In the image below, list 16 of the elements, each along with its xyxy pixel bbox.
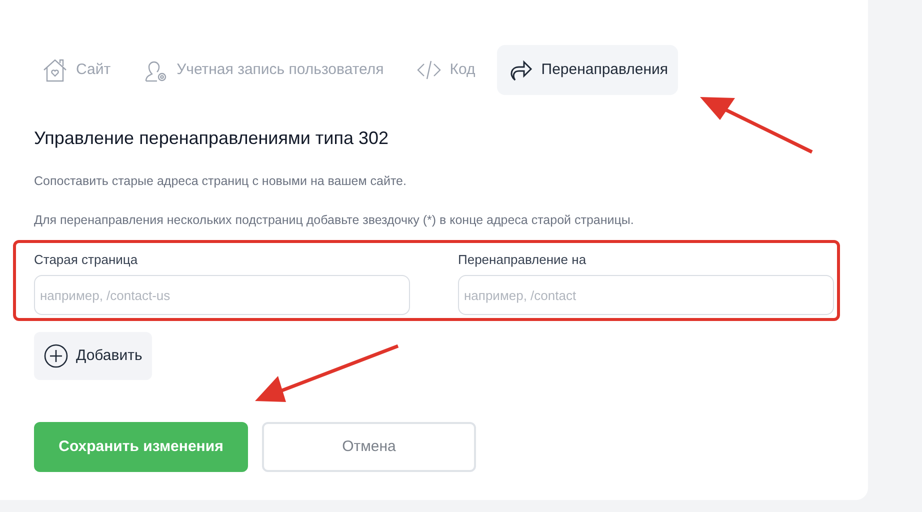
input-field[interactable]: например, /contact (458, 275, 834, 315)
tab[interactable]: Код (406, 45, 486, 95)
add-button[interactable]: Добавить (34, 332, 152, 380)
description-text: Для перенаправления нескольких подстраниц добавьте звездочку (*) в конце адреса старой страницы. (34, 212, 635, 229)
tab[interactable]: Учетная запись пользователя (132, 45, 394, 95)
field-label: Старая страница (34, 250, 139, 269)
cancel-button[interactable]: Отмена (262, 422, 476, 472)
field-label: Перенаправление на (458, 250, 588, 269)
input-field[interactable]: например, /contact-us (34, 275, 410, 315)
plus-circle-icon (44, 344, 68, 368)
save-button[interactable]: Сохранить изменения (34, 422, 248, 472)
description-text: Сопоставить старые адреса страниц с новыми на вашем сайте. (34, 173, 408, 190)
tab[interactable]: Сайт (32, 45, 121, 95)
tab[interactable]: Перенаправления (497, 45, 678, 95)
house-icon (42, 57, 68, 83)
section-heading: Управление перенаправлениями типа 302 (34, 127, 390, 150)
